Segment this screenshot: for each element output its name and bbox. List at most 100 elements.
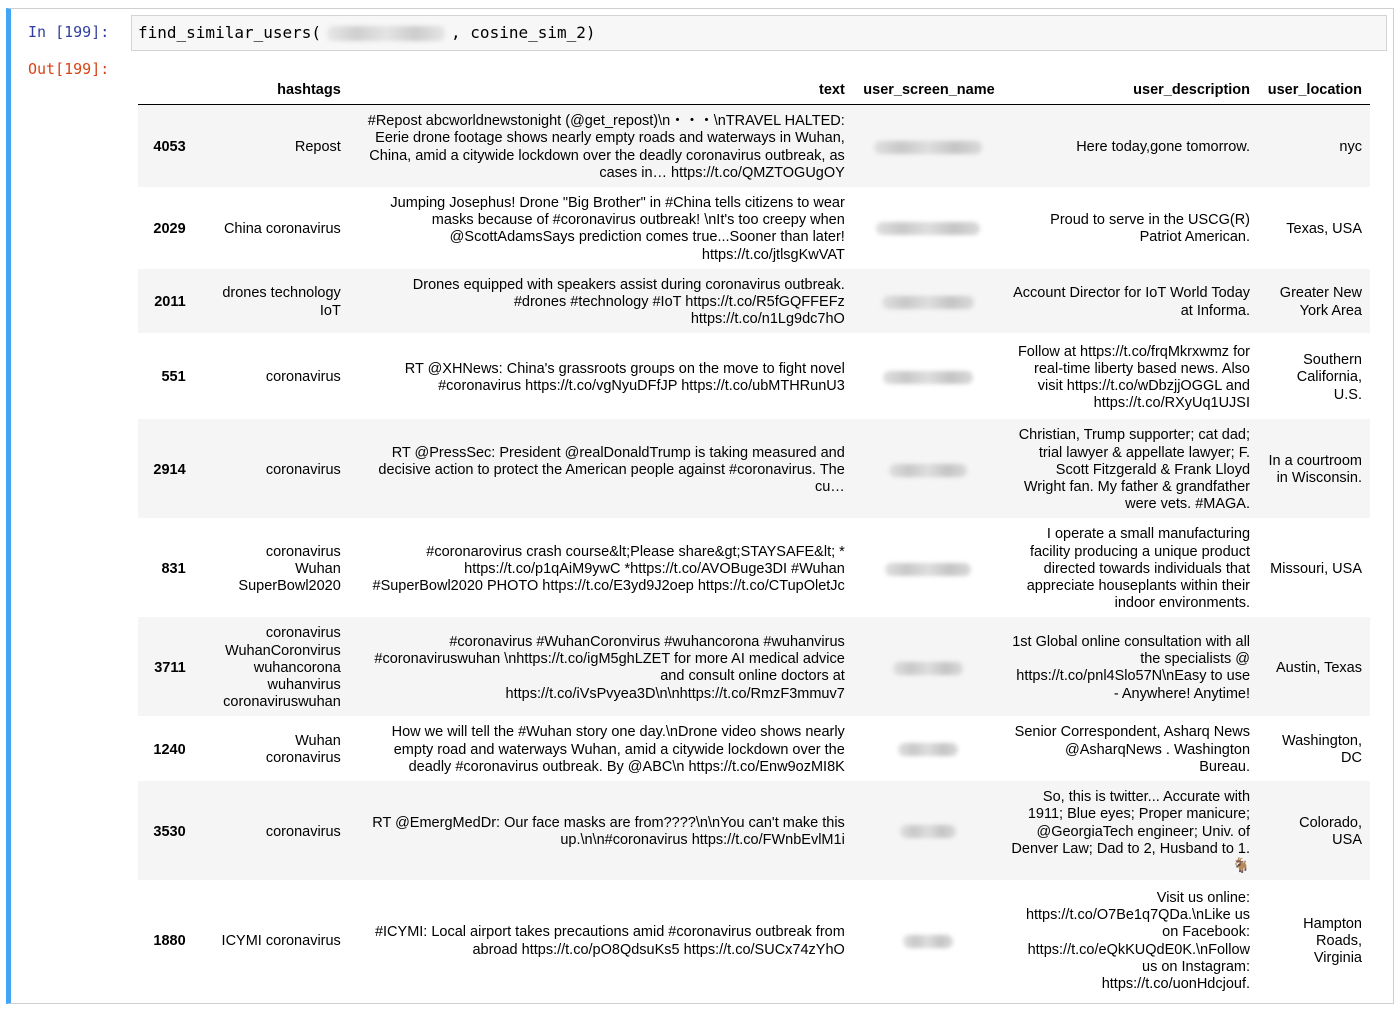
- column-header-user-location: user_location: [1258, 76, 1370, 106]
- cell-user-location: Hampton Roads, Virginia: [1303, 915, 1362, 967]
- hashtag-line: coronavirus: [265, 823, 341, 840]
- hashtag-line: drones technology: [222, 285, 341, 302]
- cell-hashtags: coronavirus: [194, 333, 349, 419]
- cell-user-description: 1st Global online consultation with all …: [1012, 634, 1251, 702]
- row-index: 2011: [154, 294, 186, 311]
- hashtag-line: IoT: [319, 302, 341, 319]
- cell-user-description: I operate a small manufacturing facility…: [1026, 526, 1251, 612]
- table-row: 2011 drones technology IoT Drones equipped …: [138, 268, 1370, 334]
- cell-user-description: Here today,gone tomorrow.: [1076, 139, 1251, 155]
- row-index: 1880: [153, 933, 186, 949]
- cell-user-screen-name: [853, 617, 1003, 716]
- cell-user-description: Visit us online: https://t.co/O7Be1q7QDa…: [1025, 890, 1251, 993]
- redacted-screen-name: [899, 825, 956, 839]
- redacted-screen-name: [875, 222, 980, 236]
- row-index: 4053: [153, 139, 186, 155]
- cell-user-screen-name: [853, 781, 1003, 880]
- cell-text: #coronarovirus crash course&lt;Please sh…: [372, 543, 845, 595]
- cell-hashtags: coronavirus: [194, 781, 349, 880]
- row-index: 831: [161, 560, 186, 577]
- cell-text: #Repost abcworldnewstonight (@get_repost…: [367, 113, 845, 181]
- cell-user-screen-name: [853, 518, 1003, 617]
- cell-user-screen-name: [853, 187, 1003, 269]
- output-prompt: Out[199]:: [28, 60, 110, 78]
- column-header-index: [138, 76, 194, 106]
- row-index: 2029: [153, 220, 186, 237]
- hashtag-line: wuhanvirus: [267, 677, 341, 694]
- cell-user-screen-name: [853, 716, 1003, 781]
- cell-user-description: Christian, Trump supporter; cat dad; tri…: [1018, 427, 1251, 513]
- cell-hashtags: drones technology IoT: [194, 269, 349, 334]
- redacted-screen-name: [881, 295, 974, 309]
- table-body: 4053 Repost #Repost abcworldnewstonight (@…: [138, 104, 1370, 1000]
- cell-user-location: Washington, DC: [1281, 733, 1362, 767]
- table-header-row: hashtags text user_screen_name user_desc…: [138, 76, 1370, 106]
- row-index: 2914: [153, 461, 186, 478]
- cell-text: #ICYMI: Local airport takes precautions …: [374, 924, 845, 958]
- cell-user-location: Austin, Texas: [1276, 659, 1362, 676]
- hashtag-line: wuhancorona: [253, 659, 341, 676]
- table-row: 3530 coronavirus RT @EmergMedDr: Our face …: [138, 781, 1370, 881]
- redacted-screen-name: [888, 463, 967, 477]
- cell-user-location: nyc: [1339, 139, 1362, 155]
- hashtag-line: coronavirus: [265, 369, 341, 386]
- cell-text: #coronavirus #WuhanCoronvirus #wuhancoro…: [374, 634, 845, 702]
- code-input[interactable]: find_similar_users( , cosine_sim_2): [131, 15, 1387, 51]
- cell-hashtags: coronavirus Wuhan SuperBowl2020: [194, 518, 349, 617]
- hashtag-line: coronaviruswuhan: [223, 694, 341, 711]
- cell-user-screen-name: [853, 419, 1003, 518]
- cell-text: How we will tell the #Wuhan story one da…: [391, 724, 845, 775]
- redacted-screen-name: [897, 743, 958, 757]
- cell-user-screen-name: [853, 105, 1003, 187]
- redacted-screen-name: [882, 371, 973, 384]
- row-index: 3530: [153, 823, 186, 840]
- cell-text: RT @XHNews: China's grassroots groups on…: [404, 360, 845, 394]
- row-index: 1240: [153, 741, 186, 758]
- cell-hashtags: coronavirus: [194, 419, 349, 518]
- redacted-screen-name: [892, 661, 963, 675]
- redacted-username: [327, 26, 446, 41]
- column-header-hashtags: hashtags: [193, 76, 349, 106]
- column-header-text: text: [348, 76, 853, 106]
- cell-hashtags: Wuhan coronavirus: [194, 716, 349, 781]
- cell-user-location: Southern California, U.S.: [1296, 352, 1362, 403]
- cell-text: RT @EmergMedDr: Our face masks are from?…: [372, 814, 845, 849]
- cell-user-location: Colorado, USA: [1299, 814, 1362, 849]
- input-prompt: In [199]:: [28, 23, 110, 41]
- cell-user-location: Texas, USA: [1286, 220, 1362, 237]
- cell-user-description: Proud to serve in the USCG(R) Patriot Am…: [1050, 212, 1251, 246]
- table-row: 4053 Repost #Repost abcworldnewstonight (@…: [138, 104, 1370, 188]
- cell-user-description: Account Director for IoT World Today at …: [1013, 285, 1251, 319]
- cell-user-screen-name: [853, 269, 1003, 334]
- hashtag-line: WuhanCoronvirus: [225, 642, 341, 659]
- hashtag-line: China coronavirus: [223, 220, 341, 237]
- table-row: 1880 ICYMI coronavirus #ICYMI: Local airpo…: [138, 880, 1370, 1000]
- hashtag-line: Repost: [294, 139, 341, 155]
- cell-text: Drones equipped with speakers assist dur…: [412, 276, 845, 328]
- cell-user-description: So, this is twitter... Accurate with 191…: [1011, 789, 1251, 874]
- redacted-screen-name: [873, 140, 982, 154]
- dataframe-table: hashtags text user_screen_name user_desc…: [138, 76, 1370, 1000]
- table-row: 2914 coronavirus RT @PressSec: President @…: [138, 419, 1370, 519]
- column-header-user-screen-name: user_screen_name: [852, 76, 1003, 106]
- cell-user-description: Follow at https://t.co/frqMkrxwmz for re…: [1017, 343, 1251, 412]
- hashtag-line: Wuhan: [295, 733, 341, 750]
- row-index: 3711: [154, 659, 186, 676]
- cell-user-screen-name: [853, 333, 1003, 419]
- cell-hashtags: ICYMI coronavirus: [194, 880, 349, 1000]
- cell-user-description: Senior Correspondent, Asharq News @Ashar…: [1014, 724, 1251, 775]
- hashtag-line: coronavirus: [265, 625, 341, 642]
- hashtag-line: Wuhan: [295, 560, 341, 577]
- redacted-screen-name: [884, 562, 971, 576]
- cell-user-location: In a courtroom in Wisconsin.: [1268, 453, 1363, 487]
- hashtag-line: coronavirus: [265, 543, 341, 560]
- row-index: 551: [161, 369, 186, 386]
- table-row: 3711 coronavirus WuhanCoronvirus wuhancoron…: [138, 617, 1370, 717]
- hashtag-line: coronavirus: [265, 750, 341, 767]
- cell-user-location: Missouri, USA: [1270, 560, 1362, 577]
- cell-text: RT @PressSec: President @realDonaldTrump…: [378, 444, 845, 496]
- code-suffix: , cosine_sim_2): [451, 23, 596, 42]
- cell-user-location: Greater New York Area: [1279, 285, 1362, 319]
- table-row: 2029 China coronavirus Jumping Josephus! D…: [138, 187, 1370, 269]
- code-prefix: find_similar_users(: [138, 23, 322, 42]
